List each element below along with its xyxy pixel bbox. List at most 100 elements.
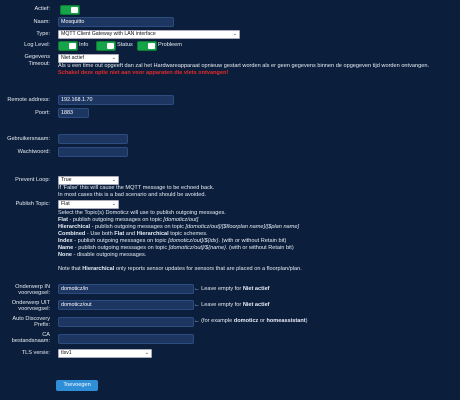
chevron-down-icon: ⌄ xyxy=(111,55,116,61)
name-input[interactable]: Mosquitto xyxy=(58,17,174,27)
publish-help-combined: Combined - Use both Flat and Hierarchica… xyxy=(58,231,208,238)
publish-idx-topic: [domoticz/out]/${idx} xyxy=(168,238,219,244)
label-sub-out-2: voorvoegsel: xyxy=(18,306,50,312)
publish-name-desc: - publish outgoing messages on topic xyxy=(73,245,169,251)
publish-note-1: Note that xyxy=(58,266,83,272)
active-toggle[interactable] xyxy=(60,5,80,15)
sub-in-hint-pre: ← Leave empty for xyxy=(194,286,243,292)
publish-idx-desc: - publish outgoing messages on topic xyxy=(72,238,169,244)
publish-flat-topic: [domoticz/out] xyxy=(163,217,199,223)
ad-hint-pre: ← (for example xyxy=(194,318,234,324)
publish-name-retain: . (with or without Retain bit) xyxy=(225,245,294,251)
chevron-down-icon: ⌄ xyxy=(111,201,116,207)
add-button[interactable]: Toevoegen xyxy=(56,380,98,391)
publish-comb-desc2: topic schemes. xyxy=(168,231,208,237)
type-select-value: MQTT Client Gateway with LAN interface xyxy=(61,31,156,37)
sub-out-input[interactable]: domoticz/out xyxy=(58,300,194,310)
publish-hier-topic: [domoticz/out]/[$floorplan name]/[$plan … xyxy=(185,224,300,230)
publish-help-intro: Select the Topic(s) Domoticz will use to… xyxy=(58,210,226,216)
log-status-toggle[interactable] xyxy=(96,41,116,51)
publish-hier-key: Hierarchical xyxy=(58,224,91,230)
password-input[interactable] xyxy=(58,147,128,157)
publish-none-desc: - disable outgoing messages. xyxy=(71,252,147,258)
label-auto-disc-2: Prefix: xyxy=(34,322,50,328)
data-timeout-value: Niet actief xyxy=(61,55,85,61)
label-username: Gebruikersnaam: xyxy=(7,136,50,142)
auto-discovery-hint: ← (for example domoticz or homeassistant… xyxy=(194,318,308,325)
sub-out-hint-pre: ← Leave empty for xyxy=(194,302,243,308)
log-info-toggle[interactable] xyxy=(58,41,78,51)
publish-idx-key: Index xyxy=(58,238,73,244)
sub-in-hint: ← Leave empty for Niet actief xyxy=(194,286,270,293)
publish-hier-desc: - publish outgoing messages on topic xyxy=(90,224,186,230)
publish-comb-key: Combined xyxy=(58,231,86,237)
label-type: Type: xyxy=(36,31,50,37)
label-data-timeout-1: Gegevens xyxy=(24,54,51,60)
chevron-down-icon: ⌄ xyxy=(232,31,237,37)
publish-note-bold: Hierarchical xyxy=(82,266,115,272)
publish-help-name: Name - publish outgoing messages on topi… xyxy=(58,245,294,252)
label-remote-address: Remote address: xyxy=(7,97,50,103)
log-error-toggle[interactable] xyxy=(137,41,157,51)
publish-flat-key: Flat xyxy=(58,217,68,223)
data-timeout-select[interactable]: Niet actief ⌄ xyxy=(58,54,119,63)
label-password: Wachtwoord: xyxy=(17,149,50,155)
timeout-help-line1: Als u een time out opgeeft dan zal het H… xyxy=(58,63,429,69)
username-input[interactable] xyxy=(58,134,128,144)
publish-comb-flat: Flat xyxy=(114,231,125,237)
tls-select-value: tlsv1 xyxy=(61,350,72,356)
log-status-label: Status xyxy=(117,42,133,48)
ad-hint-b1: domoticz xyxy=(233,318,259,324)
toggle-knob xyxy=(107,43,114,49)
publish-help-index: Index - publish outgoing messages on top… xyxy=(58,238,286,245)
publish-help-none: None - disable outgoing messages. xyxy=(58,252,146,259)
prevent-loop-help-1: If 'False' this will cause the MQTT mess… xyxy=(58,185,215,191)
label-publish-topic: Publish Topic: xyxy=(15,201,50,207)
prevent-loop-select[interactable]: True ⌄ xyxy=(58,176,119,185)
sub-out-hint-bold: Niet actief xyxy=(242,302,270,308)
publish-help-note: Note that Hierarchical only reports sens… xyxy=(58,266,302,273)
log-info-label: Info xyxy=(79,42,89,48)
publish-comb-desc1: - Use both xyxy=(85,231,115,237)
label-tls: TLS versie: xyxy=(21,350,50,356)
toggle-knob xyxy=(148,43,155,49)
publish-help-flat: Flat - publish outgoing messages on topi… xyxy=(58,217,198,224)
ad-hint-post: ) xyxy=(305,318,308,324)
remote-address-input[interactable]: 192.168.1.70 xyxy=(58,95,174,105)
ad-hint-b2: homeassistant xyxy=(266,318,306,324)
sub-in-input[interactable]: domoticz/in xyxy=(58,284,194,294)
label-ca-2: bestandsnaam: xyxy=(11,338,50,344)
toggle-knob xyxy=(69,43,76,49)
publish-help-hier: Hierarchical - publish outgoing messages… xyxy=(58,224,299,231)
publish-name-key: Name xyxy=(58,245,74,251)
auto-discovery-input[interactable] xyxy=(58,317,194,327)
publish-idx-retain: . (with or without Retain bit) xyxy=(218,238,287,244)
publish-comb-hier: Hierarchical xyxy=(136,231,169,237)
publish-none-key: None xyxy=(58,252,72,258)
timeout-warning: Schakel deze optie niet aan voor apparat… xyxy=(58,70,229,76)
chevron-down-icon: ⌄ xyxy=(144,350,149,356)
publish-comb-and: and xyxy=(124,231,137,237)
label-active: Actief: xyxy=(34,6,50,12)
prevent-loop-value: True xyxy=(61,177,72,183)
tls-select[interactable]: tlsv1 ⌄ xyxy=(58,349,152,358)
publish-topic-value: Flat xyxy=(61,201,70,207)
port-input[interactable]: 1883 xyxy=(58,108,89,118)
publish-topic-select[interactable]: Flat ⌄ xyxy=(58,200,119,209)
label-prevent-loop: Prevent Loop: xyxy=(15,177,50,183)
log-error-label: Probleem xyxy=(158,42,182,48)
type-select[interactable]: MQTT Client Gateway with LAN interface ⌄ xyxy=(58,30,240,39)
label-sub-in-2: voorvoegsel: xyxy=(18,290,50,296)
label-name: Naam: xyxy=(33,19,50,25)
publish-flat-desc: - publish outgoing messages on topic xyxy=(67,217,164,223)
sub-in-hint-bold: Niet actief xyxy=(242,286,270,292)
label-log-level: Log Level: xyxy=(24,42,50,48)
toggle-knob xyxy=(71,7,78,13)
label-port: Poort: xyxy=(35,110,50,116)
sub-out-hint: ← Leave empty for Niet actief xyxy=(194,302,270,309)
prevent-loop-help-2: In most cases this is a bad scenario and… xyxy=(58,192,207,198)
publish-name-topic: [domoticz/out]/${name} xyxy=(168,245,226,251)
label-data-timeout-2: Timeout: xyxy=(28,61,50,67)
ca-filename-input[interactable] xyxy=(58,334,194,344)
chevron-down-icon: ⌄ xyxy=(111,177,116,183)
